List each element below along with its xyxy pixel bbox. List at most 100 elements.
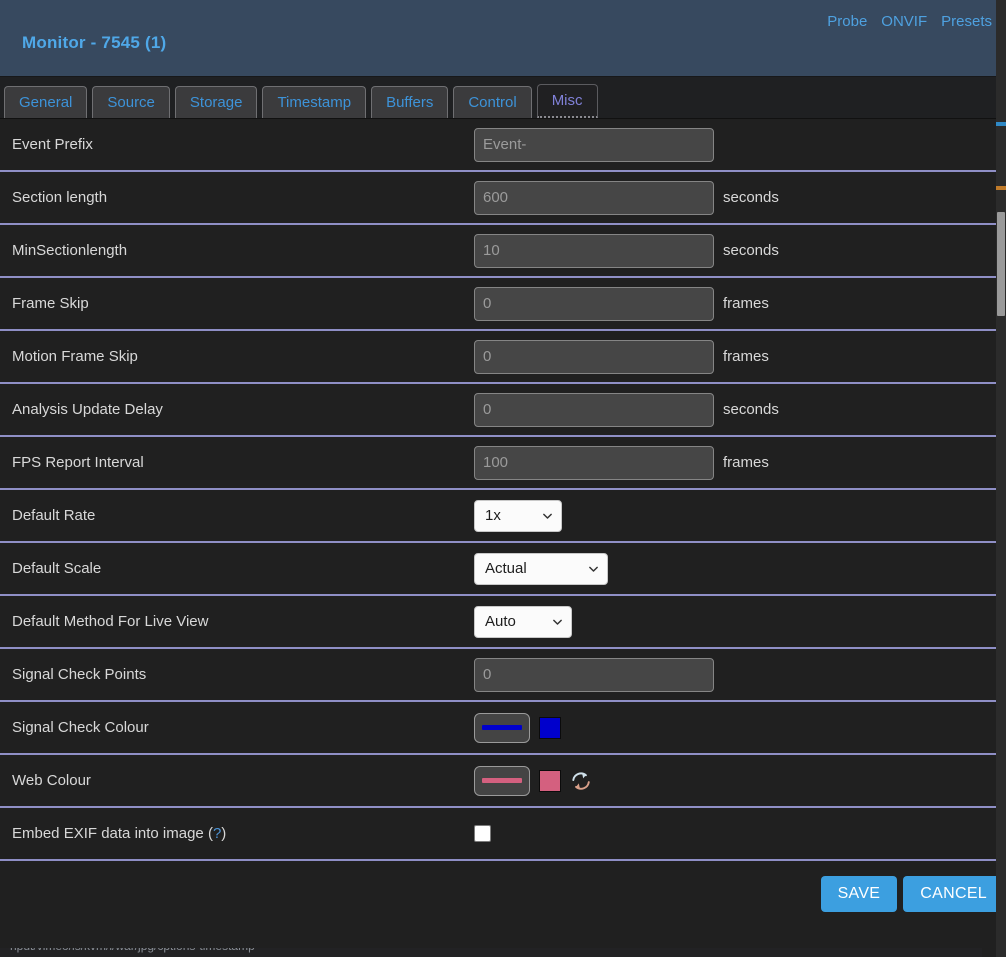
default-scale-value: Actual	[485, 560, 527, 577]
event-prefix-input[interactable]	[474, 127, 714, 162]
tab-general[interactable]: General	[4, 86, 88, 118]
web-colour-swatch[interactable]	[539, 769, 561, 792]
row-min-section-length: MinSectionlength seconds	[0, 225, 1006, 278]
unit-analysis-update-delay: seconds	[723, 401, 779, 418]
control-signal-check-colour	[474, 712, 561, 743]
label-fps-report-interval: FPS Report Interval	[12, 454, 144, 471]
embed-exif-checkbox[interactable]	[474, 825, 491, 842]
row-section-length: Section length seconds	[0, 172, 1006, 225]
label-default-scale: Default Scale	[12, 560, 102, 577]
cancel-button[interactable]: CANCEL	[903, 876, 1004, 912]
unit-motion-frame-skip: frames	[723, 348, 769, 365]
label-signal-check-colour: Signal Check Colour	[12, 719, 149, 736]
scroll-marker	[996, 122, 1006, 126]
label-min-section-length: MinSectionlength	[12, 242, 128, 259]
row-default-method-live-view: Default Method For Live View Auto	[0, 596, 1006, 649]
row-analysis-update-delay: Analysis Update Delay seconds	[0, 384, 1006, 437]
chevron-down-icon	[552, 616, 563, 627]
row-signal-check-points: Signal Check Points	[0, 649, 1006, 702]
control-default-rate: 1x	[474, 499, 562, 532]
monitor-settings-page: Probe ONVIF Presets Monitor - 7545 (1) G…	[0, 0, 1006, 957]
bottom-cutoff-text: nput/vimeo/ls/kvm/l/war/jpg/cptions-time…	[10, 948, 255, 953]
unit-section-length: seconds	[723, 189, 779, 206]
embed-exif-text: Embed EXIF data into image (	[12, 825, 213, 842]
control-embed-exif	[474, 825, 491, 842]
frame-skip-input[interactable]	[474, 286, 714, 321]
analysis-update-delay-input[interactable]	[474, 392, 714, 427]
label-signal-check-points: Signal Check Points	[12, 666, 147, 683]
page-scrollbar[interactable]	[996, 0, 1006, 957]
control-fps-report-interval: frames	[474, 445, 769, 480]
default-method-live-view-select[interactable]: Auto	[474, 605, 572, 638]
control-web-colour	[474, 765, 592, 796]
control-signal-check-points	[474, 657, 714, 692]
scrollbar-thumb[interactable]	[997, 212, 1005, 316]
row-default-rate: Default Rate 1x	[0, 490, 1006, 543]
control-motion-frame-skip: frames	[474, 339, 769, 374]
misc-settings-form: Event Prefix Section length seconds MinS…	[0, 119, 1006, 861]
presets-link[interactable]: Presets	[941, 13, 992, 30]
unit-min-section-length: seconds	[723, 242, 779, 259]
web-colour-picker[interactable]	[474, 765, 530, 796]
label-embed-exif: Embed EXIF data into image (?)	[12, 825, 474, 842]
bottom-cutoff-strip: nput/vimeo/ls/kvm/l/war/jpg/cptions-time…	[0, 948, 982, 957]
control-frame-skip: frames	[474, 286, 769, 321]
row-event-prefix: Event Prefix	[0, 119, 1006, 172]
default-rate-value: 1x	[485, 507, 501, 524]
section-length-input[interactable]	[474, 180, 714, 215]
control-analysis-update-delay: seconds	[474, 392, 779, 427]
default-method-live-view-value: Auto	[485, 613, 516, 630]
label-default-rate: Default Rate	[12, 507, 96, 524]
label-motion-frame-skip: Motion Frame Skip	[12, 348, 138, 365]
refresh-icon[interactable]	[570, 770, 592, 792]
label-frame-skip: Frame Skip	[12, 295, 89, 312]
tab-buffers[interactable]: Buffers	[371, 86, 449, 118]
form-action-bar: SAVE CANCEL	[0, 861, 1006, 927]
control-section-length: seconds	[474, 180, 779, 215]
row-motion-frame-skip: Motion Frame Skip frames	[0, 331, 1006, 384]
fps-report-interval-input[interactable]	[474, 445, 714, 480]
label-web-colour: Web Colour	[12, 772, 91, 789]
label-section-length: Section length	[12, 189, 108, 206]
chevron-down-icon	[588, 563, 599, 574]
tab-control[interactable]: Control	[453, 86, 532, 118]
default-rate-select[interactable]: 1x	[474, 499, 562, 532]
min-section-length-input[interactable]	[474, 233, 714, 268]
control-event-prefix	[474, 127, 714, 162]
label-default-method-live-view: Default Method For Live View	[12, 613, 209, 630]
settings-tabbar: General Source Storage Timestamp Buffers…	[0, 77, 1006, 119]
tab-source[interactable]: Source	[92, 86, 170, 118]
colour-bar	[482, 725, 522, 730]
onvif-link[interactable]: ONVIF	[881, 13, 927, 30]
row-web-colour: Web Colour	[0, 755, 1006, 808]
chevron-down-icon	[542, 510, 553, 521]
probe-link[interactable]: Probe	[827, 13, 867, 30]
tab-misc[interactable]: Misc	[536, 84, 598, 118]
row-fps-report-interval: FPS Report Interval frames	[0, 437, 1006, 490]
row-default-scale: Default Scale Actual	[0, 543, 1006, 596]
motion-frame-skip-input[interactable]	[474, 339, 714, 374]
unit-frame-skip: frames	[723, 295, 769, 312]
scroll-marker	[996, 186, 1006, 190]
control-default-scale: Actual	[474, 552, 608, 585]
colour-bar	[482, 778, 522, 783]
control-default-method-live-view: Auto	[474, 605, 572, 638]
tab-storage[interactable]: Storage	[174, 86, 258, 118]
row-embed-exif: Embed EXIF data into image (?)	[0, 808, 1006, 861]
embed-exif-text-suffix: )	[221, 825, 227, 842]
signal-check-colour-swatch[interactable]	[539, 716, 561, 739]
control-min-section-length: seconds	[474, 233, 779, 268]
label-event-prefix: Event Prefix	[12, 136, 93, 153]
label-analysis-update-delay: Analysis Update Delay	[12, 401, 163, 418]
header-links: Probe ONVIF Presets	[827, 13, 992, 30]
signal-check-points-input[interactable]	[474, 657, 714, 692]
page-title: Monitor - 7545 (1)	[22, 33, 167, 52]
save-button[interactable]: SAVE	[820, 876, 898, 912]
row-frame-skip: Frame Skip frames	[0, 278, 1006, 331]
page-header: Probe ONVIF Presets Monitor - 7545 (1)	[0, 0, 1006, 77]
row-signal-check-colour: Signal Check Colour	[0, 702, 1006, 755]
unit-fps-report-interval: frames	[723, 454, 769, 471]
tab-timestamp[interactable]: Timestamp	[262, 86, 367, 118]
default-scale-select[interactable]: Actual	[474, 552, 608, 585]
signal-check-colour-picker[interactable]	[474, 712, 530, 743]
